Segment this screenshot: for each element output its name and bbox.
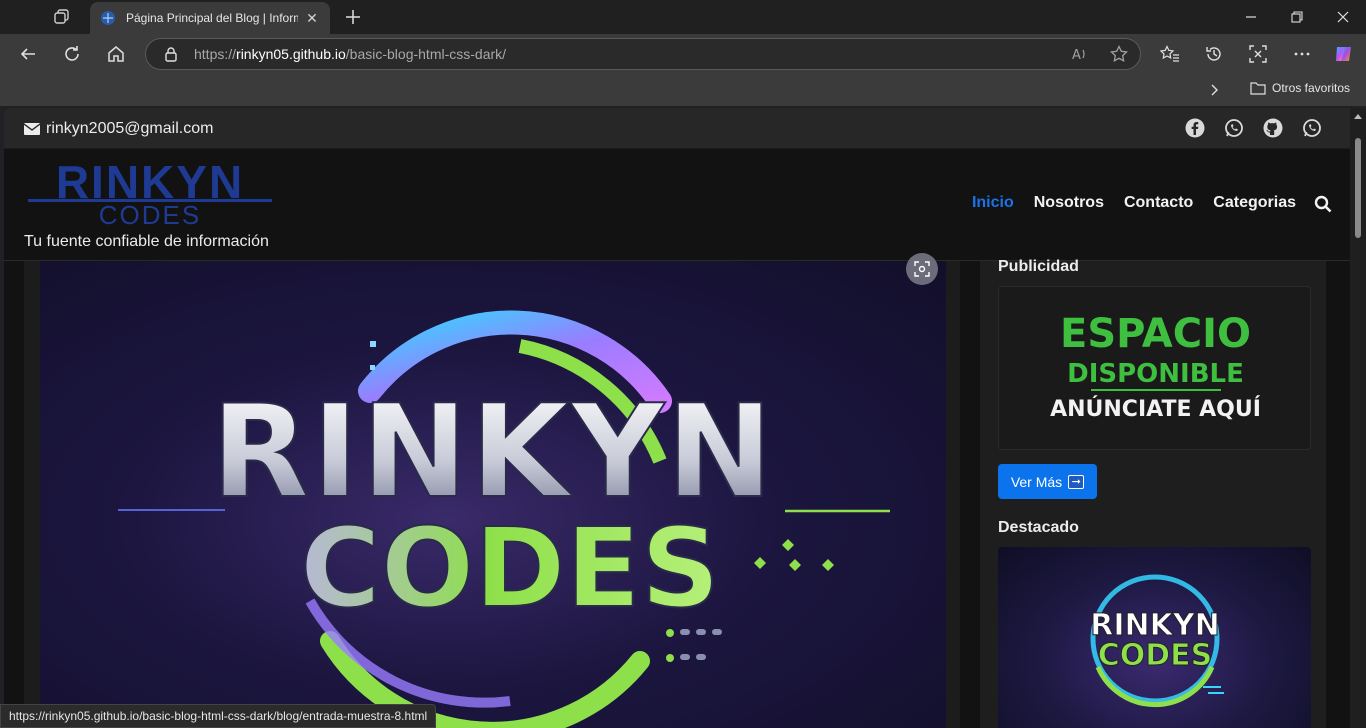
svg-text:A: A [1072,48,1081,63]
contact-topbar: rinkyn2005@gmail.com [4,108,1350,149]
arrow-right-icon: ➞ [1068,474,1085,489]
url-prefix: https:// [194,46,237,62]
status-bar-url: https://rinkyn05.github.io/basic-blog-ht… [0,704,437,728]
search-icon[interactable] [1314,195,1332,213]
facebook-icon[interactable] [1185,118,1205,138]
url-host: rinkyn05.github.io [236,46,346,62]
hero-title-line2: CODES [300,504,720,632]
nav-inicio[interactable]: Inicio [972,194,1014,212]
minimize-icon[interactable] [1228,4,1274,30]
email-text: rinkyn2005@gmail.com [46,120,214,137]
nav-categorias[interactable]: Categorias [1213,194,1296,212]
tab-title: Página Principal del Blog | Informa [126,11,298,25]
featured-line-2: CODES [1098,638,1213,673]
ver-mas-label: Ver Más [1010,473,1063,490]
envelope-icon [24,123,40,135]
sidebar: Publicidad ESPACIO DISPONIBLE ANÚNCIATE … [980,258,1326,728]
address-bar[interactable]: https://rinkyn05.github.io/basic-blog-ht… [145,38,1141,70]
ad-line-2: DISPONIBLE [1067,359,1244,389]
whatsapp-icon[interactable] [1302,118,1322,138]
home-icon[interactable] [102,40,130,68]
history-icon[interactable] [1200,40,1228,68]
read-aloud-icon[interactable]: A [1070,45,1088,68]
screenshot-icon[interactable] [1244,40,1272,68]
scroll-thumb[interactable] [1355,138,1361,238]
email-contact[interactable]: rinkyn2005@gmail.com [24,120,213,138]
tab-close-icon[interactable]: ✕ [304,10,320,27]
tab-actions-icon[interactable] [50,6,74,28]
nav-contacto[interactable]: Contacto [1124,194,1193,212]
hero-graphic: RINKYN CODES [118,310,890,728]
ad-line-1: ESPACIO [1060,311,1251,357]
chevron-right-icon[interactable] [1206,82,1222,98]
ad-section-title: Publicidad [998,258,1079,275]
ad-divider [1091,389,1221,391]
tab-strip: Página Principal del Blog | Informa ✕ [0,0,1366,34]
more-options-icon[interactable] [1288,40,1316,68]
favorites-icon[interactable] [1156,40,1184,68]
restore-icon[interactable] [1274,4,1320,30]
url-text: https://rinkyn05.github.io/basic-blog-ht… [194,46,506,62]
lock-icon[interactable] [164,45,182,63]
page-viewport: rinkyn2005@gmail.com RINKYN CODES Tu fue… [4,108,1366,728]
active-tab[interactable]: Página Principal del Blog | Informa ✕ [90,2,330,34]
whatsapp-icon[interactable] [1224,118,1244,138]
scroll-up-arrow-icon[interactable] [1354,114,1362,119]
github-icon[interactable] [1263,118,1283,138]
favorites-bar: Otros favoritos [0,74,1366,106]
other-favorites-label: Otros favoritos [1272,81,1351,95]
back-icon[interactable] [14,40,42,68]
copilot-icon[interactable] [1330,40,1358,68]
url-path: /basic-blog-html-css-dark/ [345,46,507,62]
site-favicon-icon [101,11,115,25]
site-header: RINKYN CODES Tu fuente confiable de info… [4,149,1350,261]
new-tab-icon[interactable] [341,5,365,29]
site-logo[interactable]: RINKYN CODES [28,159,272,229]
main-nav: Inicio Nosotros Contacto Categorias [972,194,1296,212]
ver-mas-button[interactable]: Ver Más ➞ [998,464,1097,499]
nav-nosotros[interactable]: Nosotros [1034,194,1104,212]
other-favorites-folder[interactable]: Otros favoritos [1250,81,1350,95]
close-window-icon[interactable] [1320,4,1366,30]
featured-graphic: RINKYN CODES [1090,574,1224,708]
favorite-star-icon[interactable] [1110,44,1128,68]
featured-section-title: Destacado [998,519,1079,536]
hero-image[interactable]: RINKYN CODES [40,261,946,728]
featured-image[interactable]: RINKYN CODES [998,547,1311,728]
logo-sub-text: CODES [98,200,202,230]
ad-banner[interactable]: ESPACIO DISPONIBLE ANÚNCIATE AQUÍ [998,286,1311,450]
refresh-icon[interactable] [58,40,86,68]
site-tagline: Tu fuente confiable de información [24,233,269,250]
browser-toolbar: https://rinkyn05.github.io/basic-blog-ht… [0,34,1366,74]
folder-icon [1250,82,1266,95]
page-scrollbar[interactable] [1350,108,1366,728]
main-content: RINKYN CODES [24,253,960,728]
ad-line-3: ANÚNCIATE AQUÍ [1050,397,1261,422]
visual-search-icon[interactable] [906,253,938,285]
